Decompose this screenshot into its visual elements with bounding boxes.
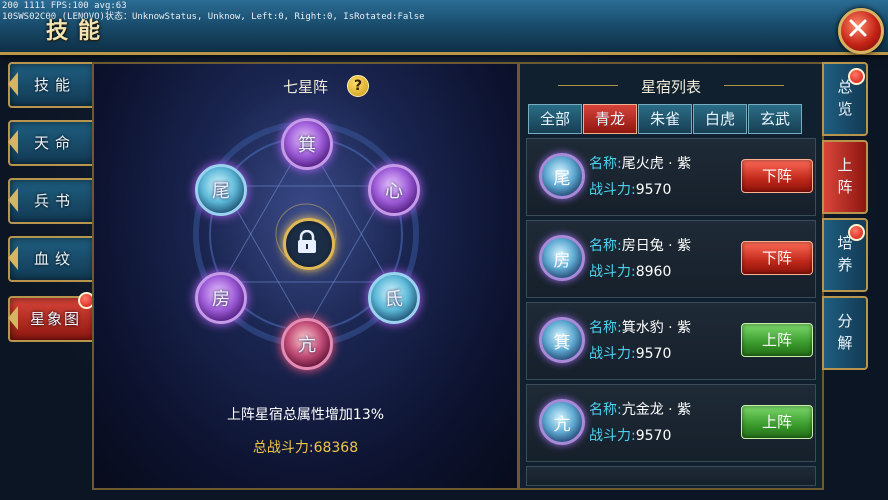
help-icon[interactable]: ? (347, 75, 369, 97)
star-glyph: 心 (385, 181, 403, 202)
close-button[interactable] (838, 8, 884, 54)
list-item: 尾 名称:尾火虎 · 紫 战斗力:9570 下阵 (526, 138, 816, 216)
array-bonus-text: 上阵星宿总属性增加13% (226, 407, 385, 423)
constellation-icon: 亢 (539, 399, 585, 445)
skill-window: 200 1111 FPS:100 avg:63 10SWS02C00 (LENO… (0, 0, 888, 500)
star-glyph: 箕 (298, 135, 316, 156)
list-item (526, 466, 816, 486)
icon-glyph: 箕 (553, 333, 571, 353)
star-node-bottom[interactable]: 亢 (281, 318, 333, 370)
tab-label: 天命 (34, 134, 77, 152)
deploy-button[interactable]: 上阵 (741, 405, 813, 439)
item-name: 名称:尾火虎 · 紫 (589, 153, 691, 173)
power-value: 9570 (635, 428, 672, 444)
list-title: 星宿列表 (640, 78, 701, 96)
item-name: 名称:箕水豹 · 紫 (589, 317, 691, 337)
filter-black-tortoise[interactable]: 玄武 (748, 104, 802, 134)
tab-label: 技能 (34, 76, 77, 94)
tab-label: 星象图 (30, 310, 82, 328)
name-value: 箕水豹 · 紫 (621, 320, 692, 336)
notification-dot (848, 224, 865, 241)
star-node-upper-left[interactable]: 尾 (195, 164, 247, 216)
tab-cultivate[interactable]: 培养 (822, 218, 868, 292)
constellation-icon: 箕 (539, 317, 585, 363)
name-value: 房日兔 · 紫 (621, 238, 692, 254)
power-value: 8960 (635, 264, 672, 280)
icon-glyph: 房 (553, 251, 571, 271)
tab-skill[interactable]: 技能 (8, 62, 96, 108)
item-power: 战斗力:8960 (589, 261, 671, 281)
filter-azure-dragon[interactable]: 青龙 (583, 104, 637, 134)
tab-label: 分解 (837, 312, 853, 352)
tab-arrow-icon (8, 72, 18, 96)
star-node-lower-left[interactable]: 房 (195, 272, 247, 324)
star-glyph: 尾 (212, 181, 230, 202)
deploy-button[interactable]: 上阵 (741, 323, 813, 357)
header-bar: 200 1111 FPS:100 avg:63 10SWS02C00 (LENO… (0, 0, 888, 55)
power-key: 战斗力: (589, 264, 636, 280)
tab-arrow-icon (8, 246, 18, 270)
name-key: 名称: (589, 238, 622, 254)
power-key: 战斗力: (589, 182, 636, 198)
notification-dot (848, 68, 865, 85)
star-array-panel: 七星阵 ? 箕 尾 心 房 氐 亢 上阵星宿总属性增加13% 总战斗力:6836… (92, 62, 519, 490)
tab-overview[interactable]: 总览 (822, 62, 868, 136)
filter-vermilion-bird[interactable]: 朱雀 (638, 104, 692, 134)
power-key: 战斗力: (589, 428, 636, 444)
item-power: 战斗力:9570 (589, 179, 671, 199)
tab-decompose[interactable]: 分解 (822, 296, 868, 370)
item-power: 战斗力:9570 (589, 425, 671, 445)
list-item: 亢 名称:亢金龙 · 紫 战斗力:9570 上阵 (526, 384, 816, 462)
array-title: 七星阵 (282, 78, 328, 96)
power-key: 战斗力: (589, 346, 636, 362)
item-name: 名称:房日兔 · 紫 (589, 235, 691, 255)
lock-icon (298, 230, 316, 253)
tab-military-book[interactable]: 兵书 (8, 178, 96, 224)
center-lock-slot[interactable] (283, 218, 335, 270)
tab-bloodline[interactable]: 血纹 (8, 236, 96, 282)
star-node-lower-right[interactable]: 氐 (368, 272, 420, 324)
filter-all[interactable]: 全部 (528, 104, 582, 134)
remove-button[interactable]: 下阵 (741, 241, 813, 275)
constellation-icon: 房 (539, 235, 585, 281)
icon-glyph: 尾 (553, 169, 571, 189)
close-icon (849, 19, 867, 37)
tab-deploy[interactable]: 上阵 (822, 140, 868, 214)
name-key: 名称: (589, 320, 622, 336)
tab-label: 血纹 (34, 250, 77, 268)
power-value: 9570 (635, 346, 672, 362)
constellation-list-panel: 星宿列表 全部 青龙 朱雀 白虎 玄武 尾 名称:尾火虎 · 紫 战斗力:957… (518, 62, 824, 490)
list-item: 房 名称:房日兔 · 紫 战斗力:8960 下阵 (526, 220, 816, 298)
tab-destiny[interactable]: 天命 (8, 120, 96, 166)
list-item: 箕 名称:箕水豹 · 紫 战斗力:9570 上阵 (526, 302, 816, 380)
item-name: 名称:亢金龙 · 紫 (589, 399, 691, 419)
remove-button[interactable]: 下阵 (741, 159, 813, 193)
star-glyph: 亢 (298, 335, 316, 356)
tab-arrow-icon (8, 188, 18, 212)
tab-label: 上阵 (837, 156, 853, 196)
power-value: 9570 (635, 182, 672, 198)
page-title: 技能 (46, 19, 111, 44)
total-power: 总战斗力:68368 (252, 440, 359, 456)
tab-star-chart[interactable]: 星象图 (8, 292, 96, 342)
item-power: 战斗力:9570 (589, 343, 671, 363)
tab-label: 兵书 (34, 192, 77, 210)
star-node-top[interactable]: 箕 (281, 118, 333, 170)
star-glyph: 氐 (385, 289, 403, 310)
name-value: 尾火虎 · 紫 (621, 156, 692, 172)
name-key: 名称: (589, 402, 622, 418)
constellation-icon: 尾 (539, 153, 585, 199)
star-node-upper-right[interactable]: 心 (368, 164, 420, 216)
filter-white-tiger[interactable]: 白虎 (693, 104, 747, 134)
tab-arrow-icon (8, 306, 18, 330)
star-glyph: 房 (212, 289, 230, 310)
name-key: 名称: (589, 156, 622, 172)
tab-arrow-icon (8, 130, 18, 154)
icon-glyph: 亢 (553, 415, 571, 435)
name-value: 亢金龙 · 紫 (621, 402, 692, 418)
debug-line-1: 200 1111 FPS:100 avg:63 (2, 1, 127, 11)
